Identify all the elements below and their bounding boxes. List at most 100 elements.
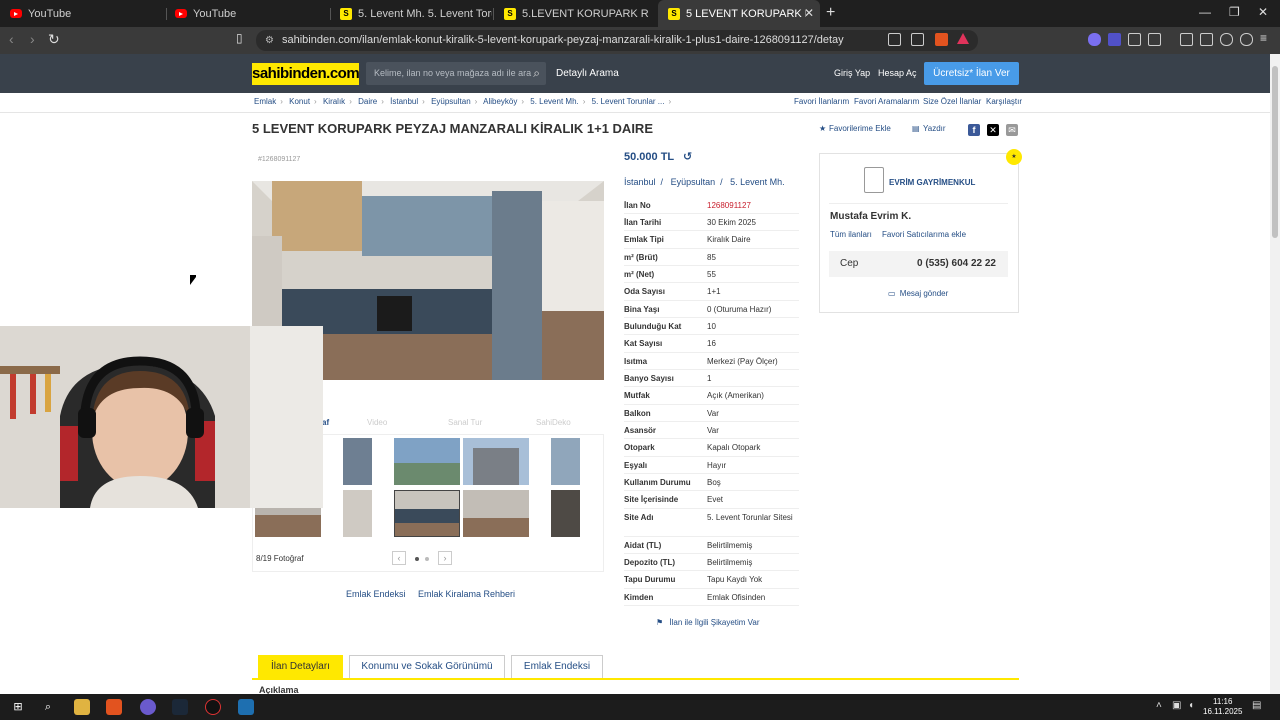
breadcrumb-item[interactable]: Konut (289, 97, 310, 106)
reader-icon[interactable] (888, 33, 901, 46)
brave-rewards-icon[interactable] (957, 33, 969, 44)
virtual-tour-tab[interactable]: Sanal Tur (448, 418, 482, 427)
extensions-icon[interactable] (1128, 33, 1141, 46)
close-tab-icon[interactable]: ✕ (804, 6, 814, 20)
tab-emlak-endeksi[interactable]: Emlak Endeksi (511, 655, 603, 678)
new-tab-button[interactable]: + (826, 4, 835, 22)
print-icon[interactable]: ▤ (912, 124, 920, 133)
browser-tab[interactable]: YouTube (165, 0, 330, 27)
mail-icon[interactable]: ✉ (1006, 124, 1018, 136)
sahibinden-logo[interactable]: sahibinden.com (252, 63, 360, 85)
breadcrumb-item[interactable]: Emlak (254, 97, 276, 106)
breadcrumb-item[interactable]: Eyüpsultan (431, 97, 471, 106)
browser-tab-bar: YouTube YouTube S 5. Levent Mh. 5. Leven… (0, 0, 1280, 27)
discord-icon[interactable] (140, 699, 156, 715)
sahideko-tab[interactable]: SahiDeko (536, 418, 571, 427)
special-listings-link[interactable]: Size Özel İlanlar (923, 93, 981, 111)
share-icon[interactable] (911, 33, 924, 46)
thumbnail-selected[interactable] (394, 490, 460, 537)
site-info-icon[interactable]: ⚙ (265, 30, 274, 51)
office-name[interactable]: EVRİM GAYRİMENKUL (889, 178, 975, 187)
next-page-button[interactable]: › (438, 551, 452, 565)
thumbnail[interactable] (343, 438, 372, 485)
x-icon[interactable]: ✕ (987, 124, 999, 136)
breadcrumb-item[interactable]: 5. Levent Torunlar ... (592, 97, 665, 106)
file-explorer-icon[interactable] (74, 699, 90, 715)
bookmark-icon[interactable]: ▯ (236, 31, 243, 45)
favorite-searches-link[interactable]: Favori Aramalarım (854, 93, 919, 111)
browser-tab[interactable]: S 5.LEVENT KORUPARK RESIDENCEDE (494, 0, 649, 27)
browser-tab-active[interactable]: S 5 LEVENT KORUPARK PEYZAJ MA ✕ (658, 0, 820, 27)
emlak-endeksi-link[interactable]: Emlak Endeksi (346, 589, 406, 599)
tab-listing-details[interactable]: İlan Detayları (258, 655, 343, 678)
price-history-icon[interactable]: ↺ (683, 151, 692, 163)
tab-location[interactable]: Konumu ve Sokak Görünümü (349, 655, 505, 678)
extension-icon[interactable] (1088, 33, 1101, 46)
video-tab[interactable]: Video (367, 418, 387, 427)
breadcrumb-item[interactable]: 5. Levent Mh. (530, 97, 578, 106)
brave-shields-icon[interactable] (935, 33, 948, 46)
breadcrumb-item[interactable]: Kiralık (323, 97, 345, 106)
login-link[interactable]: Giriş Yap (834, 54, 870, 93)
wallet-icon[interactable] (1200, 33, 1213, 46)
system-clock[interactable]: 11:16 16.11.2025 (1203, 697, 1242, 717)
restore-button[interactable]: ❐ (1229, 5, 1240, 19)
phone-number[interactable]: 0 (535) 604 22 22 (917, 258, 996, 269)
prev-page-button[interactable]: ‹ (392, 551, 406, 565)
volume-icon[interactable]: ◖ (1188, 700, 1194, 711)
thumbnail[interactable] (551, 438, 580, 485)
register-link[interactable]: Hesap Aç (878, 54, 917, 93)
address-bar[interactable]: ⚙ sahibinden.com/ilan/emlak-konut-kirali… (256, 30, 978, 51)
network-icon[interactable]: ▣ (1172, 700, 1181, 711)
send-message-link[interactable]: ▭ Mesaj gönder (888, 289, 948, 298)
thumbnail[interactable] (463, 438, 529, 485)
breadcrumb-item[interactable]: Daire (358, 97, 377, 106)
obs-icon[interactable] (205, 699, 221, 715)
minimize-button[interactable]: — (1199, 5, 1211, 19)
brave-browser-icon[interactable] (106, 699, 122, 715)
search-input[interactable]: Kelime, ilan no veya mağaza adı ile ara … (366, 62, 546, 85)
pager-dot[interactable] (415, 557, 419, 561)
photo-tab[interactable]: af (322, 418, 329, 427)
compare-link[interactable]: Karşılaştır (986, 93, 1022, 111)
add-favorite-link[interactable]: Favorilerime Ekle (829, 124, 891, 133)
facebook-icon[interactable]: f (968, 124, 980, 136)
search-icon[interactable]: ⌕ (40, 699, 56, 715)
reload-icon[interactable]: ↻ (48, 31, 60, 48)
thumbnail[interactable] (343, 490, 372, 537)
notification-icon[interactable]: ▤ (1252, 700, 1261, 711)
media-icon[interactable] (1148, 33, 1161, 46)
scrollbar-thumb[interactable] (1272, 66, 1278, 238)
steam-icon[interactable] (172, 699, 188, 715)
thumbnail[interactable] (394, 438, 460, 485)
windows-start-icon[interactable]: ⊞ (10, 699, 26, 715)
detailed-search-link[interactable]: Detaylı Arama (556, 54, 619, 93)
office-logo[interactable] (864, 167, 884, 193)
menu-icon[interactable]: ≡ (1260, 31, 1267, 45)
forward-icon[interactable]: › (30, 31, 35, 47)
favorite-listings-link[interactable]: Favori İlanlarım (794, 93, 849, 111)
thumbnail[interactable] (551, 490, 580, 537)
vpn-icon[interactable] (1240, 33, 1253, 46)
breadcrumb-item[interactable]: Alibeyköy (483, 97, 517, 106)
browser-tab[interactable]: YouTube (0, 0, 165, 27)
chevron-up-icon[interactable]: ˄ (1156, 700, 1162, 711)
back-icon[interactable]: ‹ (9, 31, 14, 47)
breadcrumb-item[interactable]: İstanbul (390, 97, 418, 106)
leo-ai-icon[interactable] (1220, 33, 1233, 46)
star-icon[interactable]: ★ (819, 124, 826, 133)
extension-icon[interactable] (1108, 33, 1121, 46)
favorite-seller-link[interactable]: Favori Satıcılarıma ekle (882, 230, 966, 239)
browser-tab[interactable]: S 5. Levent Mh. 5. Levent Torunlar Sites… (330, 0, 492, 27)
all-listings-link[interactable]: Tüm ilanları (830, 230, 872, 239)
print-link[interactable]: Yazdır (923, 124, 946, 133)
rental-guide-link[interactable]: Emlak Kiralama Rehberi (418, 589, 515, 599)
sidebar-icon[interactable] (1180, 33, 1193, 46)
pager-dot[interactable] (425, 557, 429, 561)
complaint-link[interactable]: ⚑ İlan ile İlgili Şikayetim Var (656, 618, 760, 627)
app-icon[interactable] (238, 699, 254, 715)
thumbnail[interactable] (463, 490, 529, 537)
search-icon[interactable]: ⌕ (533, 62, 540, 85)
close-window-button[interactable]: ✕ (1258, 5, 1268, 19)
post-ad-button[interactable]: Ücretsiz* İlan Ver (924, 62, 1019, 85)
